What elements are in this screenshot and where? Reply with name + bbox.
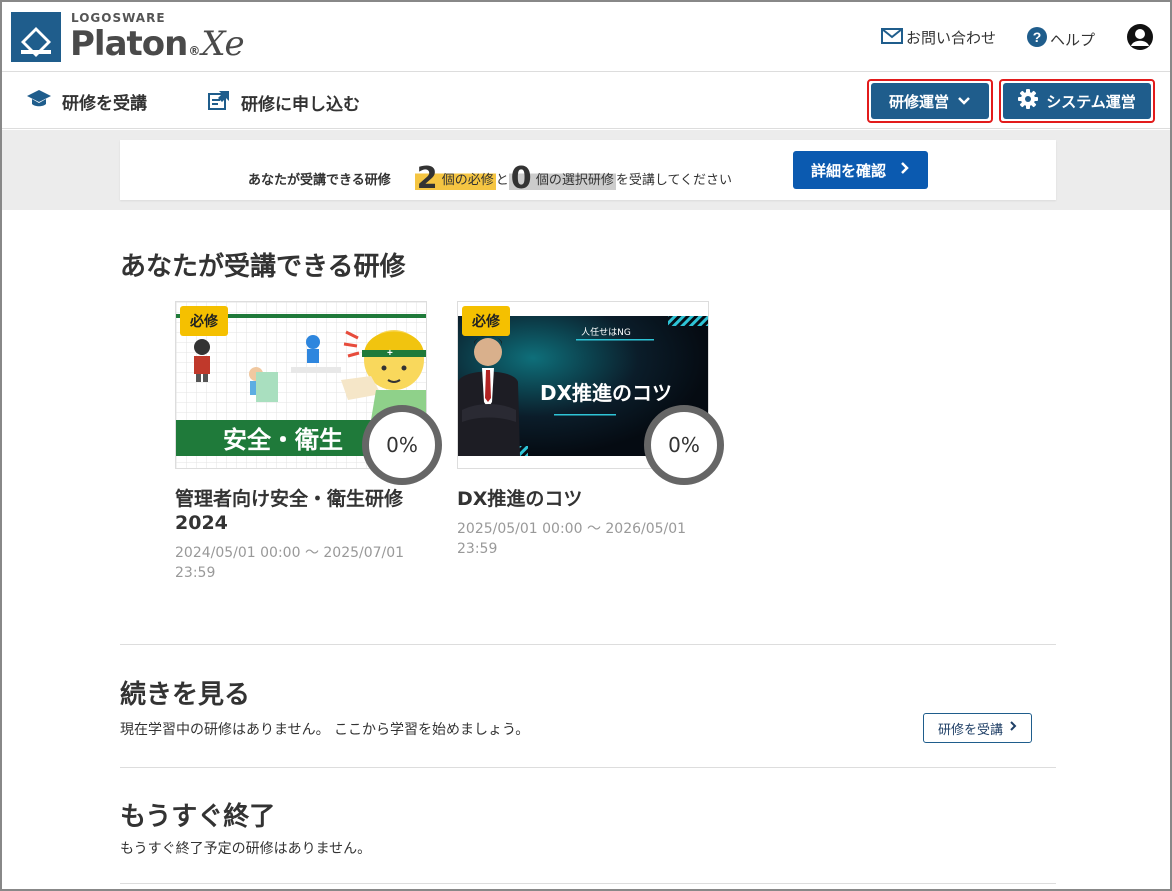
thumb-caption-dx: 人任せはNG — [581, 326, 631, 338]
section-divider — [120, 644, 1056, 645]
help-circle-icon: ? — [1027, 27, 1047, 51]
notice-band: あなたが受講できる研修 2 個の必修 と 0 個の選択研修 を受講してください … — [2, 130, 1170, 210]
mail-icon — [881, 27, 903, 48]
continue-message: 現在学習中の研修はありません。 ここから学習を始めましょう。 — [120, 722, 530, 738]
progress-ring: 0% — [362, 405, 442, 485]
help-label: ヘルプ — [1050, 30, 1096, 49]
course-card[interactable]: + 安全・衛生 必修 0% 管理者向け安全・衛生研修2024 2024/05/0… — [175, 301, 442, 581]
course-period: 2025/05/01 00:00 ～ 2026/05/01 23:59 — [457, 521, 687, 557]
required-badge: 必修 — [462, 306, 510, 336]
svg-text:?: ? — [1033, 29, 1042, 45]
nav-apply-label: 研修に申し込む — [241, 95, 360, 115]
notice-text: あなたが受講できる研修 2 個の必修 と 0 個の選択研修 を受講してください — [248, 160, 733, 194]
chevron-right-icon — [900, 161, 910, 179]
course-thumbnail: 人任せはNG DX推進のコツ 必修 0% — [457, 301, 724, 485]
thumb-text-dx: DX推進のコツ — [540, 381, 672, 405]
top-header: LOGOSWARE Platon®Xe お問い合わせ ? ヘルプ — [2, 2, 1170, 72]
required-highlight: 2 個の必修 — [414, 160, 496, 194]
elective-highlight: 0 個の選択研修 — [508, 160, 616, 194]
course-card[interactable]: 人任せはNG DX推進のコツ 必修 0% DX推進のコツ 2025/05/01 … — [457, 301, 724, 557]
system-manage-button-outline: システム運営 — [999, 79, 1155, 123]
notice-lead: あなたが受講できる研修 — [248, 173, 391, 188]
logo-wordmark: Platon®Xe — [70, 24, 245, 64]
required-badge: 必修 — [180, 306, 228, 336]
gear-icon — [1018, 89, 1039, 113]
chevron-down-icon — [957, 92, 971, 110]
progress-ring: 0% — [644, 405, 724, 485]
user-avatar-icon[interactable] — [1127, 24, 1153, 50]
help-link[interactable]: ? ヘルプ — [1027, 27, 1095, 51]
continue-title: 続きを見る — [120, 680, 251, 710]
contact-link[interactable]: お問い合わせ — [881, 27, 996, 48]
training-manage-button[interactable]: 研修運営 — [871, 83, 989, 119]
notice-tail: を受講してください — [615, 173, 733, 188]
notice-box: あなたが受講できる研修 2 個の必修 と 0 個の選択研修 を受講してください … — [120, 140, 1056, 200]
svg-text:+: + — [387, 348, 393, 359]
start-learning-button[interactable]: 研修を受講 — [923, 713, 1032, 743]
logo-xe-text: Xe — [201, 24, 244, 64]
app-window: LOGOSWARE Platon®Xe お問い合わせ ? ヘルプ 研修を受講 研… — [0, 0, 1172, 891]
graduation-cap-icon — [26, 89, 52, 114]
course-period: 2024/05/01 00:00 ～ 2025/07/01 23:59 — [175, 545, 405, 581]
nav-learn-label: 研修を受講 — [62, 94, 147, 114]
logo-sub-text: LOGOSWARE — [71, 11, 166, 25]
course-title: 管理者向け安全・衛生研修2024 — [175, 488, 404, 534]
view-details-label: 詳細を確認 — [810, 161, 886, 180]
main-nav: 研修を受講 研修に申し込む 研修運営 システム運営 — [2, 73, 1170, 129]
training-manage-button-outline: 研修運営 — [867, 79, 993, 123]
required-label: 個の必修 — [441, 173, 494, 188]
notice-conj: と — [495, 173, 509, 188]
course-thumbnail: + 安全・衛生 必修 0% — [175, 301, 442, 485]
logo-mark-icon — [11, 12, 61, 62]
training-manage-label: 研修運営 — [888, 92, 949, 111]
view-details-button[interactable]: 詳細を確認 — [793, 151, 928, 189]
ending-soon-title: もうすぐ終了 — [120, 802, 276, 832]
logo-main-text: Platon — [70, 24, 188, 64]
nav-learn[interactable]: 研修を受講 — [26, 89, 147, 114]
course-title: DX推進のコツ — [457, 488, 583, 510]
nav-apply[interactable]: 研修に申し込む — [207, 89, 360, 116]
available-courses-title: あなたが受講できる研修 — [120, 252, 406, 282]
system-manage-label: システム運営 — [1046, 92, 1136, 111]
elective-count: 0 — [510, 161, 532, 196]
start-learning-label: 研修を受講 — [937, 722, 1003, 738]
apply-form-icon — [207, 89, 231, 116]
elective-label: 個の選択研修 — [535, 173, 614, 188]
section-divider — [120, 767, 1056, 768]
section-divider — [120, 883, 1056, 884]
ending-soon-message: もうすぐ終了予定の研修はありません。 — [120, 841, 372, 857]
chevron-right-icon — [1009, 720, 1017, 736]
system-manage-button[interactable]: システム運営 — [1003, 83, 1151, 119]
required-count: 2 — [416, 161, 438, 196]
thumb-text-safety: 安全・衛生 — [223, 426, 343, 454]
logo-reg-mark: ® — [188, 44, 200, 58]
contact-label: お問い合わせ — [906, 29, 997, 47]
